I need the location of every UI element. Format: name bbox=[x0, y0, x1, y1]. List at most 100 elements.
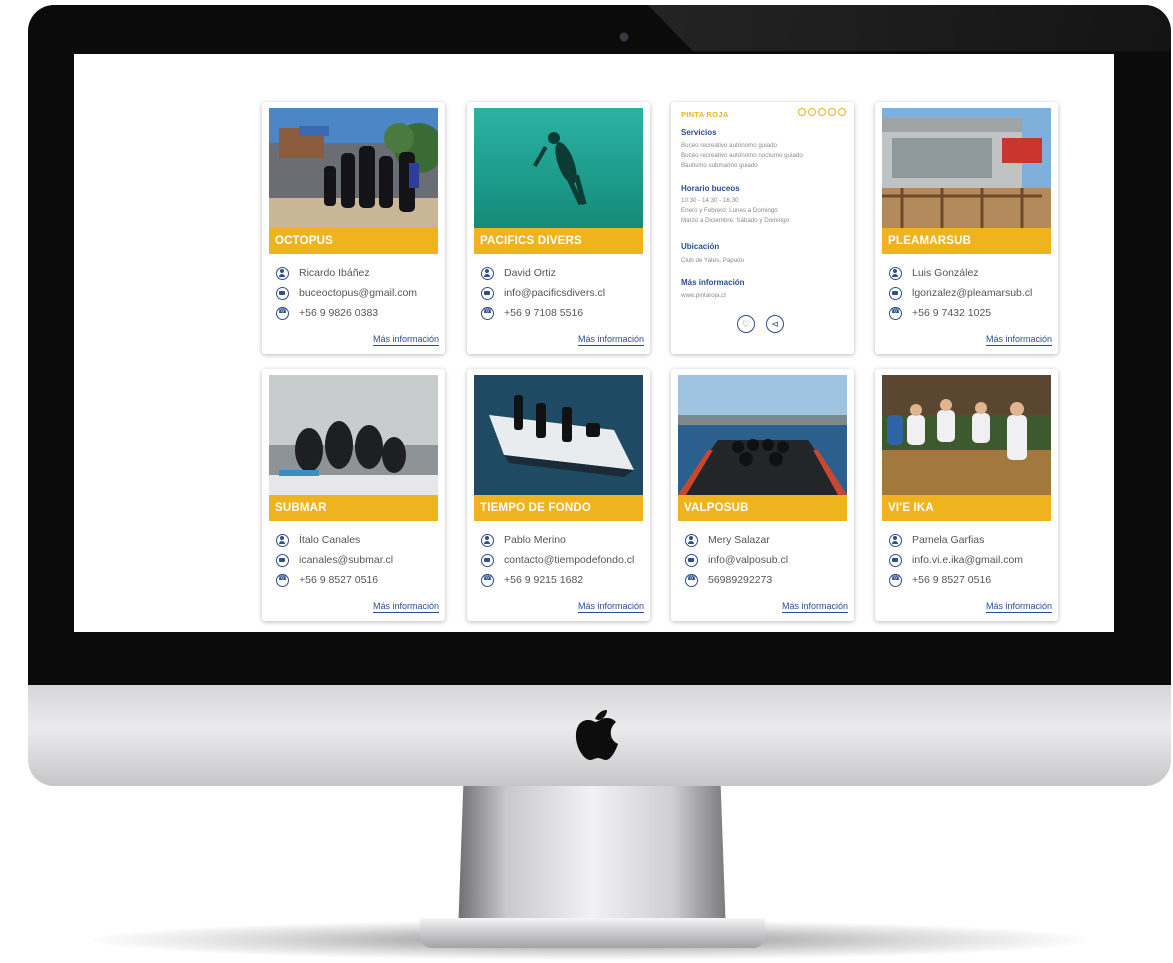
email-link[interactable]: contacto@tiempodefondo.cl bbox=[504, 554, 634, 566]
phone-link[interactable]: +56 9 7108 5516 bbox=[504, 307, 583, 319]
mail-icon bbox=[481, 286, 494, 300]
person-icon bbox=[481, 266, 494, 280]
camera-icon bbox=[619, 32, 629, 42]
horario-title: Horario buceos bbox=[681, 184, 740, 193]
phone-row[interactable]: +56 9 9215 1682 bbox=[481, 572, 646, 588]
phone-link[interactable]: +56 9 8527 0516 bbox=[912, 574, 991, 586]
email-row[interactable]: icanales@submar.cl bbox=[276, 552, 441, 568]
more-info-link[interactable]: Más información bbox=[781, 601, 848, 613]
contact-name: Pamela Garfias bbox=[912, 534, 985, 546]
mail-icon bbox=[481, 553, 494, 567]
phone-link[interactable]: 56989292273 bbox=[708, 574, 772, 586]
imac-stand-foot bbox=[420, 918, 765, 948]
contact-name: David Ortiz bbox=[504, 267, 556, 279]
contact-person-row: Luis González bbox=[889, 265, 1054, 281]
website-link[interactable]: www.pintaroja.cl bbox=[681, 291, 726, 301]
pleamarsub-photo bbox=[882, 108, 1051, 228]
email-link[interactable]: info@valposub.cl bbox=[708, 554, 788, 566]
email-link[interactable]: lgonzalez@pleamarsub.cl bbox=[912, 287, 1032, 299]
phone-icon bbox=[889, 573, 902, 587]
phone-link[interactable]: +56 9 7432 1025 bbox=[912, 307, 991, 319]
card-title: PLEAMARSUB bbox=[882, 228, 1051, 254]
phone-row[interactable]: +56 9 7108 5516 bbox=[481, 305, 646, 321]
email-row[interactable]: info@valposub.cl bbox=[685, 552, 850, 568]
email-row[interactable]: info@pacificsdivers.cl bbox=[481, 285, 646, 301]
phone-link[interactable]: +56 9 9826 0383 bbox=[299, 307, 378, 319]
person-icon bbox=[276, 266, 289, 280]
person-icon bbox=[685, 533, 698, 547]
person-icon bbox=[481, 533, 494, 547]
share-icon[interactable]: ⊲ bbox=[766, 315, 784, 333]
mail-icon bbox=[685, 553, 698, 567]
more-info-link[interactable]: Más información bbox=[577, 334, 644, 346]
mail-icon bbox=[889, 286, 902, 300]
ubicacion-text: Club de Yates, Papudo bbox=[681, 257, 745, 264]
phone-icon bbox=[481, 306, 494, 320]
phone-row[interactable]: +56 9 8527 0516 bbox=[276, 572, 441, 588]
horario-1: 10:30 - 14:30 - 16:30 bbox=[681, 197, 739, 204]
servicio-3: Bautismo submarino guiado bbox=[681, 162, 758, 169]
imac-stand bbox=[458, 784, 726, 934]
phone-icon bbox=[481, 573, 494, 587]
email-row[interactable]: buceoctopus@gmail.com bbox=[276, 285, 441, 301]
card-tiempo-de-fondo[interactable]: TIEMPO DE FONDO Pablo Merino contacto@ti… bbox=[467, 369, 650, 621]
phone-row[interactable]: +56 9 8527 0516 bbox=[889, 572, 1054, 588]
octopus-photo bbox=[269, 108, 438, 228]
email-row[interactable]: info.vi.e.ika@gmail.com bbox=[889, 552, 1054, 568]
more-info-link[interactable]: Más información bbox=[372, 334, 439, 346]
person-icon bbox=[276, 533, 289, 547]
mas-title: Más información bbox=[681, 278, 745, 287]
ubicacion-title: Ubicación bbox=[681, 242, 720, 251]
info-brand: PINTA ROJA bbox=[681, 110, 729, 119]
phone-icon bbox=[276, 306, 289, 320]
submar-photo bbox=[269, 375, 438, 495]
horario-2: Enero y Febrero: Lunes a Domingo bbox=[681, 207, 778, 214]
phone-link[interactable]: +56 9 8527 0516 bbox=[299, 574, 378, 586]
card-valposub[interactable]: VALPOSUB Mery Salazar info@valposub.cl 5… bbox=[671, 369, 854, 621]
contact-person-row: Pamela Garfias bbox=[889, 532, 1054, 548]
card-pinta-roja-info[interactable]: PINTA ROJA Servicios Buceo recreativo au… bbox=[671, 102, 854, 354]
contact-name: Ítalo Canales bbox=[299, 534, 361, 546]
email-link[interactable]: info.vi.e.ika@gmail.com bbox=[912, 554, 1023, 566]
person-icon bbox=[889, 533, 902, 547]
card-octopus[interactable]: OCTOPUS Ricardo Ibáñez buceoctopus@gmail… bbox=[262, 102, 445, 354]
contact-name: Mery Salazar bbox=[708, 534, 770, 546]
card-pleamarsub[interactable]: PLEAMARSUB Luis González lgonzalez@pleam… bbox=[875, 102, 1058, 354]
more-info-link[interactable]: Más información bbox=[985, 601, 1052, 613]
more-info-link[interactable]: Más información bbox=[985, 334, 1052, 346]
apple-logo-icon bbox=[575, 710, 618, 760]
contact-name: Luis González bbox=[912, 267, 979, 279]
email-link[interactable]: info@pacificsdivers.cl bbox=[504, 287, 605, 299]
mail-icon bbox=[276, 553, 289, 567]
card-title: PACIFICS DIVERS bbox=[474, 228, 643, 254]
card-submar[interactable]: SUBMAR Ítalo Canales icanales@submar.cl … bbox=[262, 369, 445, 621]
email-row[interactable]: contacto@tiempodefondo.cl bbox=[481, 552, 646, 568]
card-title: VALPOSUB bbox=[678, 495, 847, 521]
mail-icon bbox=[276, 286, 289, 300]
card-title: VI'E IKA bbox=[882, 495, 1051, 521]
contact-person-row: Ítalo Canales bbox=[276, 532, 441, 548]
vi-e-ika-photo bbox=[882, 375, 1051, 495]
card-title: OCTOPUS bbox=[269, 228, 438, 254]
email-link[interactable]: icanales@submar.cl bbox=[299, 554, 393, 566]
phone-row[interactable]: 56989292273 bbox=[685, 572, 850, 588]
phone-link[interactable]: +56 9 9215 1682 bbox=[504, 574, 583, 586]
card-pacifics-divers[interactable]: PACIFICS DIVERS David Ortiz info@pacific… bbox=[467, 102, 650, 354]
valposub-photo bbox=[678, 375, 847, 495]
more-info-link[interactable]: Más información bbox=[577, 601, 644, 613]
email-row[interactable]: lgonzalez@pleamarsub.cl bbox=[889, 285, 1054, 301]
email-link[interactable]: buceoctopus@gmail.com bbox=[299, 287, 417, 299]
contact-name: Ricardo Ibáñez bbox=[299, 267, 370, 279]
contact-person-row: Mery Salazar bbox=[685, 532, 850, 548]
phone-row[interactable]: +56 9 9826 0383 bbox=[276, 305, 441, 321]
contact-person-row: Ricardo Ibáñez bbox=[276, 265, 441, 281]
card-title: SUBMAR bbox=[269, 495, 438, 521]
card-vi-e-ika[interactable]: VI'E IKA Pamela Garfias info.vi.e.ika@gm… bbox=[875, 369, 1058, 621]
phone-row[interactable]: +56 9 7432 1025 bbox=[889, 305, 1054, 321]
contact-name: Pablo Merino bbox=[504, 534, 566, 546]
more-info-link[interactable]: Más información bbox=[372, 601, 439, 613]
mail-icon bbox=[889, 553, 902, 567]
heart-icon[interactable]: ♡ bbox=[737, 315, 755, 333]
contact-person-row: David Ortiz bbox=[481, 265, 646, 281]
screen: OCTOPUS Ricardo Ibáñez buceoctopus@gmail… bbox=[74, 54, 1114, 632]
